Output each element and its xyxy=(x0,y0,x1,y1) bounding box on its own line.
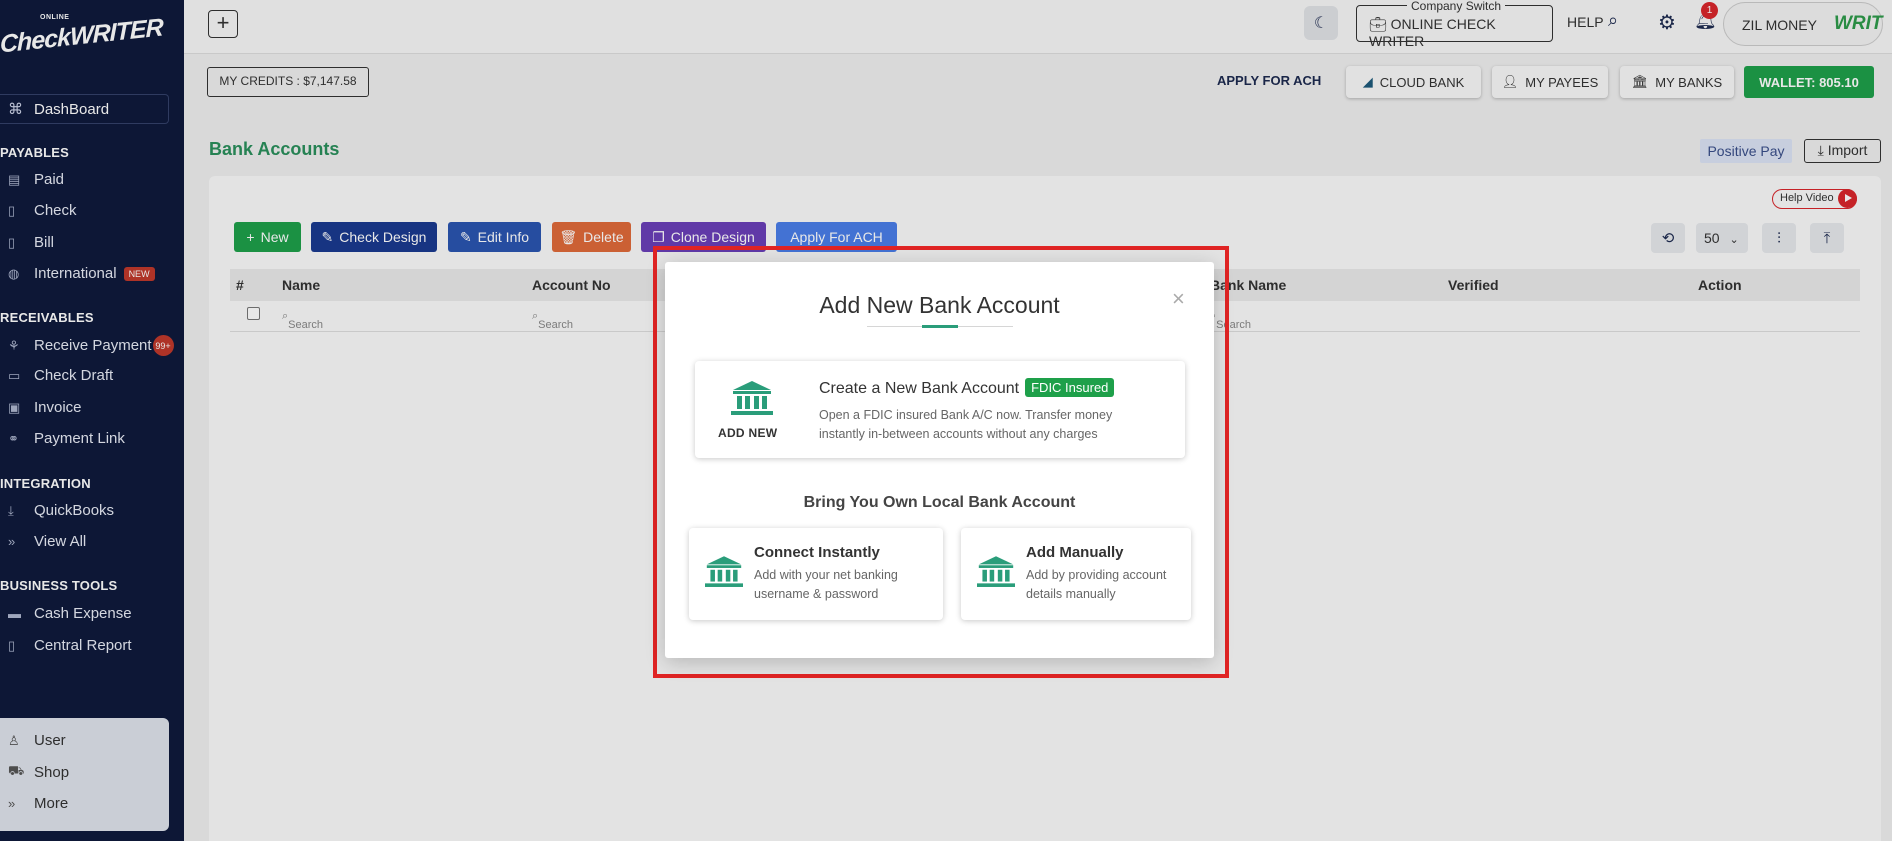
connect-card-title: Connect Instantly xyxy=(754,544,880,561)
close-icon[interactable]: × xyxy=(1172,288,1185,310)
bank-icon xyxy=(731,381,773,415)
connect-instantly-card[interactable]: Connect Instantly Add with your net bank… xyxy=(689,528,943,620)
add-bank-account-modal: Add New Bank Account × ADD NEW Create a … xyxy=(665,262,1214,658)
byo-heading: Bring You Own Local Bank Account xyxy=(803,494,1076,511)
add-manually-card[interactable]: Add Manually Add by providing account de… xyxy=(961,528,1191,620)
title-accent xyxy=(922,325,958,328)
manual-card-title: Add Manually xyxy=(1026,544,1124,561)
modal-title: Add New Bank Account xyxy=(819,292,1060,318)
bank-icon xyxy=(705,556,743,587)
create-card-description: Open a FDIC insured Bank A/C now. Transf… xyxy=(819,408,1113,441)
create-bank-account-card[interactable]: ADD NEW Create a New Bank Account FDIC In… xyxy=(695,361,1185,458)
manual-card-description: Add by providing account details manuall… xyxy=(1026,568,1167,601)
fdic-badge: FDIC Insured xyxy=(1025,378,1115,397)
create-card-title: Create a New Bank Account FDIC Insured xyxy=(819,378,1115,398)
connect-card-description: Add with your net banking username & pas… xyxy=(754,568,898,601)
add-new-label: ADD NEW xyxy=(718,426,778,440)
bank-icon xyxy=(977,556,1015,587)
